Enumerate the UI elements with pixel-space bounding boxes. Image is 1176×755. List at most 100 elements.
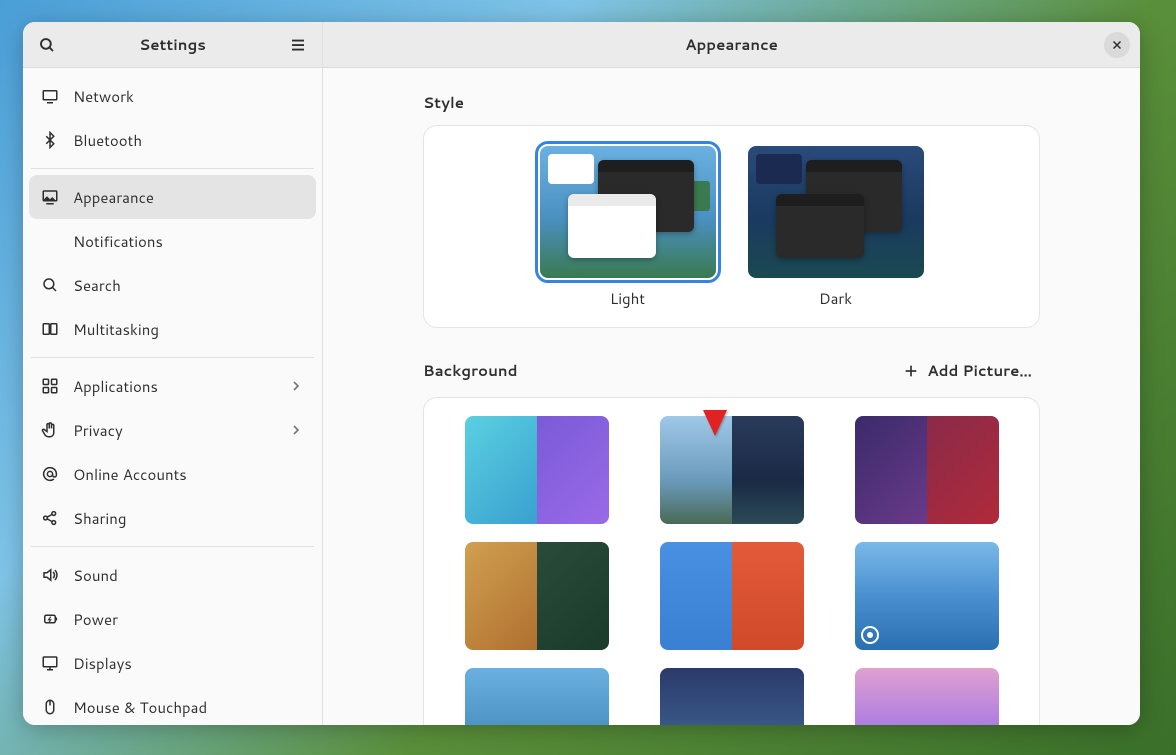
bg-half-dark <box>732 416 804 524</box>
bg-half-dark <box>732 542 804 650</box>
bg-half-light <box>465 542 537 650</box>
close-icon <box>1111 39 1123 51</box>
background-thumb-bg8[interactable] <box>660 668 804 725</box>
sidebar-item-label: Appearance <box>73 187 304 208</box>
main-panel: Appearance Style <box>323 22 1140 725</box>
display-icon <box>41 87 59 105</box>
add-picture-button[interactable]: Add Picture… <box>895 356 1040 385</box>
style-section-label: Style <box>423 92 1040 113</box>
sidebar-item-sound[interactable]: Sound <box>29 553 316 597</box>
search-icon <box>38 36 56 54</box>
bg-half-light <box>660 416 732 524</box>
at-icon <box>41 465 59 483</box>
sidebar-title: Settings <box>61 34 284 55</box>
sidebar-item-label: Network <box>73 86 304 107</box>
bg-half-light <box>465 416 537 524</box>
sound-icon <box>41 566 59 584</box>
sidebar-item-search[interactable]: Search <box>29 263 316 307</box>
background-thumb-bg5[interactable] <box>660 542 804 650</box>
bg-half-light <box>855 416 927 524</box>
sidebar-item-label: Online Accounts <box>73 464 304 485</box>
background-thumb-bg3[interactable] <box>855 416 999 524</box>
background-section-label: Background <box>423 360 518 381</box>
appearance-icon <box>41 188 59 206</box>
hamburger-icon <box>289 36 307 54</box>
sidebar-item-label: Privacy <box>73 420 274 441</box>
sidebar-header: Settings <box>23 22 322 68</box>
share-icon <box>41 509 59 527</box>
sidebar-item-privacy[interactable]: Privacy <box>29 408 316 452</box>
sidebar-item-label: Search <box>73 275 304 296</box>
search-button[interactable] <box>33 31 61 59</box>
style-preview-light <box>540 146 716 278</box>
sidebar-item-online-accounts[interactable]: Online Accounts <box>29 452 316 496</box>
bg-half-dark <box>537 416 609 524</box>
background-section-header: Background Add Picture… <box>423 356 1040 385</box>
sidebar-item-label: Displays <box>73 653 304 674</box>
multitask-icon <box>41 320 59 338</box>
bg-half-dark <box>537 542 609 650</box>
style-card: Light Dark <box>423 125 1040 328</box>
menu-button[interactable] <box>284 31 312 59</box>
background-thumb-bg1[interactable] <box>465 416 609 524</box>
sidebar-item-label: Mouse & Touchpad <box>73 697 304 718</box>
bg-half-dark <box>732 668 804 725</box>
bg-half-light <box>855 668 927 725</box>
close-button[interactable] <box>1104 32 1130 58</box>
power-icon <box>41 610 59 628</box>
background-thumb-bg6[interactable] <box>855 542 999 650</box>
sidebar-item-label: Notifications <box>73 231 304 252</box>
background-thumb-bg2[interactable] <box>660 416 804 524</box>
sidebar-separator <box>31 546 314 547</box>
background-thumb-bg7[interactable] <box>465 668 609 725</box>
sidebar-item-notifications[interactable]: Notifications <box>29 219 316 263</box>
selected-check-icon <box>861 626 879 644</box>
sidebar-item-appearance[interactable]: Appearance <box>29 175 316 219</box>
bg-half-light <box>660 668 732 725</box>
background-thumb-bg9[interactable] <box>855 668 999 725</box>
background-card <box>423 397 1040 725</box>
bg-half-light <box>660 542 732 650</box>
style-option-light[interactable]: Light <box>540 146 716 309</box>
chevron-right-icon <box>288 378 304 394</box>
sidebar-item-sharing[interactable]: Sharing <box>29 496 316 540</box>
main-content: Style Light <box>323 68 1140 725</box>
hand-icon <box>41 421 59 439</box>
sidebar-item-label: Applications <box>73 376 274 397</box>
sidebar-item-label: Power <box>73 609 304 630</box>
bg-half-dark <box>927 416 999 524</box>
background-thumb-bg4[interactable] <box>465 542 609 650</box>
sidebar-item-label: Sharing <box>73 508 304 529</box>
sidebar-item-applications[interactable]: Applications <box>29 364 316 408</box>
search-icon <box>41 276 59 294</box>
bg-half-dark <box>927 668 999 725</box>
sidebar: Settings Network Bluetooth Appearance Notif… <box>23 22 323 725</box>
sidebar-item-power[interactable]: Power <box>29 597 316 641</box>
sidebar-list: Network Bluetooth Appearance Notifications S… <box>23 68 322 725</box>
bg-half-dark <box>927 542 999 650</box>
sidebar-item-bluetooth[interactable]: Bluetooth <box>29 118 316 162</box>
page-title: Appearance <box>359 34 1104 55</box>
settings-window: Settings Network Bluetooth Appearance Notif… <box>23 22 1140 725</box>
chevron-right-icon <box>288 422 304 438</box>
sidebar-separator <box>31 357 314 358</box>
add-picture-label: Add Picture… <box>927 360 1032 381</box>
bell-icon <box>41 232 59 250</box>
sidebar-item-label: Multitasking <box>73 319 304 340</box>
sidebar-item-label: Sound <box>73 565 304 586</box>
style-option-dark[interactable]: Dark <box>748 146 924 309</box>
bg-half-dark <box>537 668 609 725</box>
sidebar-item-label: Bluetooth <box>73 130 304 151</box>
sidebar-item-mouse[interactable]: Mouse & Touchpad <box>29 685 316 725</box>
style-label-dark: Dark <box>819 288 852 309</box>
sidebar-item-network[interactable]: Network <box>29 74 316 118</box>
mouse-icon <box>41 698 59 716</box>
grid-icon <box>41 377 59 395</box>
bluetooth-icon <box>41 131 59 149</box>
main-header: Appearance <box>323 22 1140 68</box>
style-label-light: Light <box>610 288 645 309</box>
style-preview-dark <box>748 146 924 278</box>
sidebar-separator <box>31 168 314 169</box>
sidebar-item-multitasking[interactable]: Multitasking <box>29 307 316 351</box>
sidebar-item-displays[interactable]: Displays <box>29 641 316 685</box>
